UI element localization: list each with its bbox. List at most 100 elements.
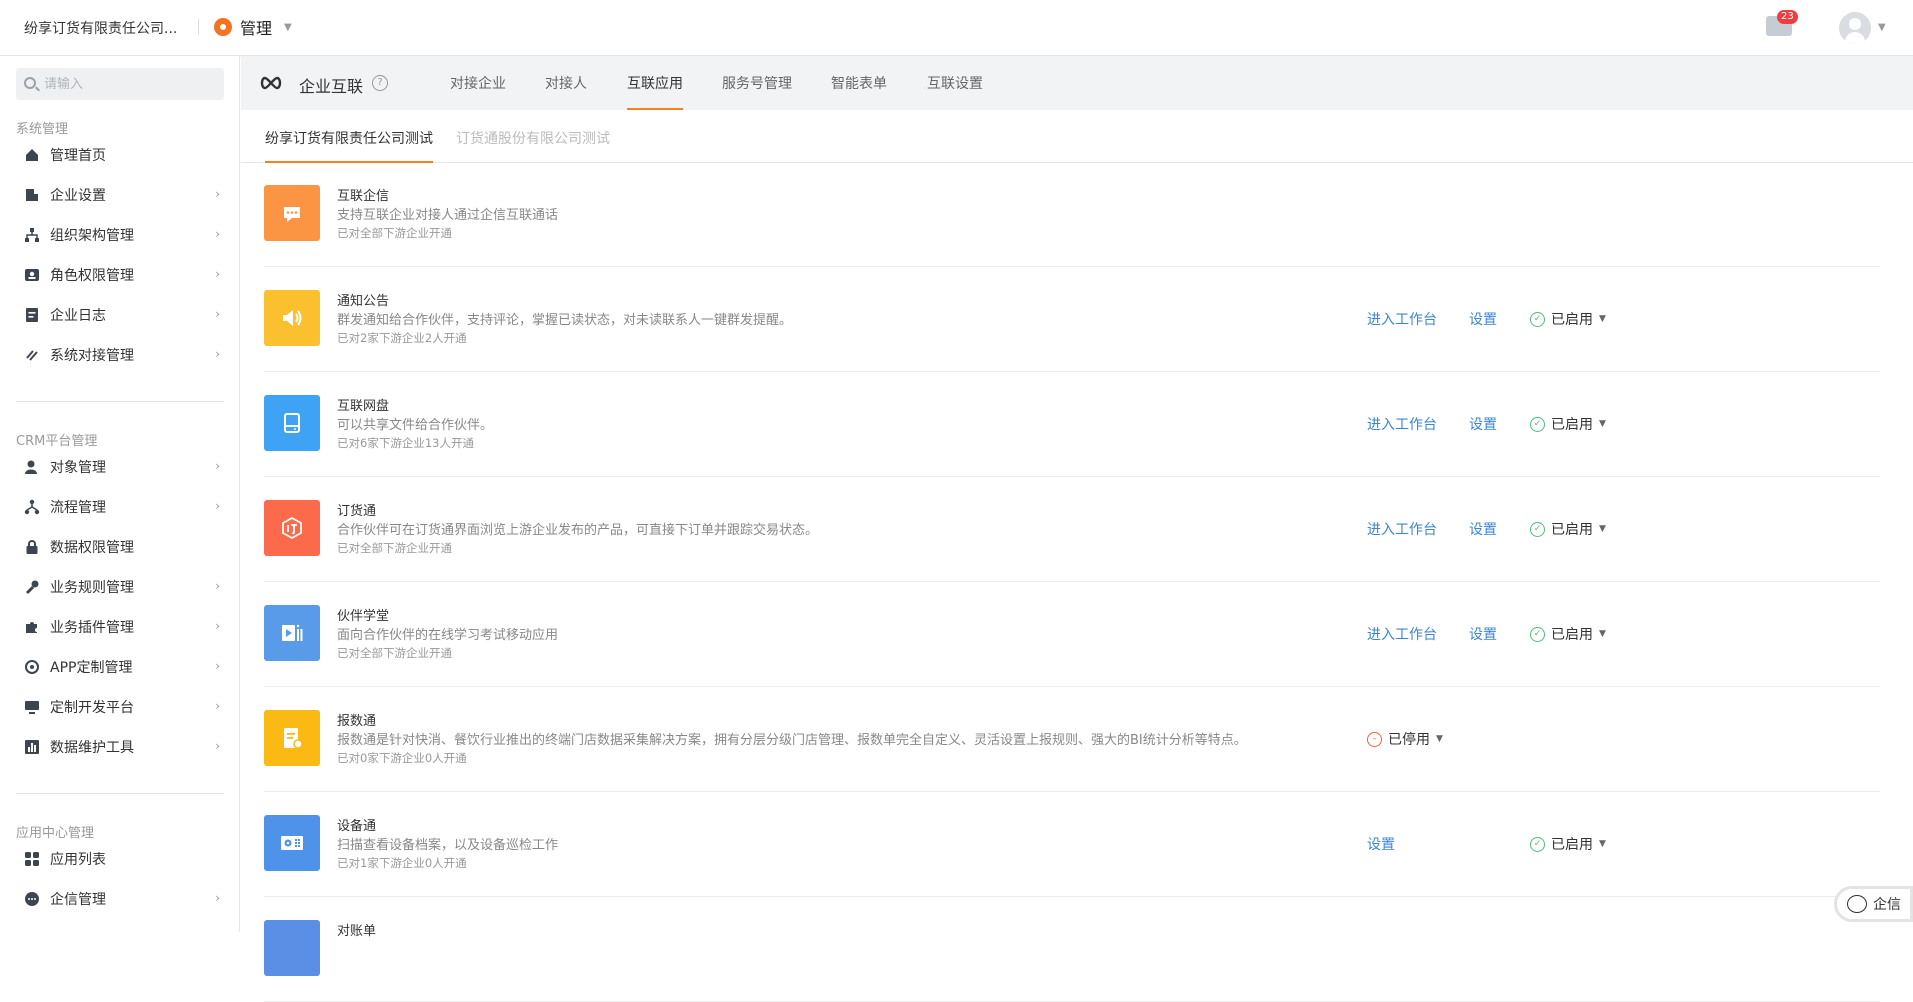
status-dropdown[interactable]: ✓ 已启用 ▼	[1530, 624, 1606, 644]
tab-partner-companies[interactable]: 对接企业	[450, 73, 506, 110]
settings-link[interactable]: 设置	[1469, 309, 1497, 329]
chevron-right-icon: ›	[215, 267, 220, 281]
sidebar-item-puzzle[interactable]: 业务插件管理 ›	[24, 612, 224, 642]
brand-label: 管理	[240, 19, 273, 38]
sidebar-item-label: 业务插件管理	[50, 620, 134, 636]
search-input[interactable]	[44, 68, 220, 100]
brand-menu[interactable]: 管理 ▼	[214, 15, 292, 39]
app-name: 订货通	[337, 504, 377, 519]
report-icon	[264, 710, 320, 766]
status-label: 已启用	[1551, 522, 1593, 538]
status-dropdown[interactable]: – 已停用 ▼	[1367, 729, 1443, 749]
status-dropdown[interactable]: ✓ 已启用 ▼	[1530, 309, 1606, 329]
chevron-right-icon: ›	[215, 891, 220, 905]
tab-service-accounts[interactable]: 服务号管理	[722, 73, 792, 110]
object-icon	[24, 459, 40, 475]
search-icon	[24, 77, 36, 89]
enter-workbench-link[interactable]: 进入工作台	[1367, 624, 1437, 644]
sidebar-item-role[interactable]: 角色权限管理 ›	[24, 260, 224, 290]
status-dropdown[interactable]: ✓ 已启用 ▼	[1530, 834, 1606, 854]
sidebar-item-label: 管理首页	[50, 148, 106, 164]
caret-down-icon: ▼	[1599, 314, 1606, 324]
tab-connected-apps[interactable]: 互联应用	[627, 73, 683, 110]
tab-smart-forms[interactable]: 智能表单	[831, 73, 887, 110]
sidebar-item-label: 业务规则管理	[50, 580, 134, 596]
caret-down-icon: ▼	[1599, 419, 1606, 429]
disabled-icon: –	[1367, 731, 1382, 747]
status-dropdown[interactable]: ✓ 已启用 ▼	[1530, 519, 1606, 539]
module-title: 企业互联	[299, 77, 364, 96]
sidebar-item-object[interactable]: 对象管理 ›	[24, 452, 224, 482]
sidebar-item-app[interactable]: APP定制管理 ›	[24, 652, 224, 682]
enter-workbench-link[interactable]: 进入工作台	[1367, 309, 1437, 329]
sidebar-item-monitor[interactable]: 定制开发平台 ›	[24, 692, 224, 722]
chevron-right-icon: ›	[215, 307, 220, 321]
app-name: 伙伴学堂	[337, 609, 390, 624]
settings-link[interactable]: 设置	[1469, 519, 1497, 539]
sidebar-item-wrench[interactable]: 业务规则管理 ›	[24, 572, 224, 602]
status-dropdown[interactable]: ✓ 已启用 ▼	[1530, 414, 1606, 434]
sidebar-item-label: 企信管理	[50, 892, 106, 908]
settings-link[interactable]: 设置	[1469, 624, 1497, 644]
sidebar-item-chat[interactable]: 企信管理 ›	[24, 884, 224, 914]
wrench-icon	[24, 579, 40, 595]
chevron-right-icon: ›	[215, 227, 220, 241]
chat-float-button[interactable]: 企信	[1834, 886, 1913, 922]
sidebar-section-title: CRM平台管理	[16, 434, 98, 449]
speaker-icon	[264, 290, 320, 346]
app-name: 报数通	[337, 714, 377, 729]
app-row: 订货通 合作伙伴可在订货通界面浏览上游企业发布的产品，可直接下订单并跟踪交易状态。…	[264, 478, 1880, 582]
sidebar-item-link[interactable]: 系统对接管理 ›	[24, 340, 224, 370]
app-name: 互联企信	[337, 189, 390, 204]
app-row: 报数通 报数通是针对快消、餐饮行业推出的终端门店数据采集解决方案，拥有分层分级门店…	[264, 688, 1880, 792]
chevron-right-icon: ›	[215, 499, 220, 513]
chevron-right-icon: ›	[215, 347, 220, 361]
unread-badge: 23	[1777, 10, 1798, 24]
lock-icon	[24, 539, 40, 555]
infinity-logo-icon	[260, 76, 282, 90]
building-icon	[24, 187, 40, 203]
grid-icon	[24, 851, 40, 867]
company-name[interactable]: 纷享订货有限责任公司...	[24, 18, 177, 38]
enter-workbench-link[interactable]: 进入工作台	[1367, 414, 1437, 434]
sidebar-item-label: APP定制管理	[50, 660, 133, 676]
settings-link[interactable]: 设置	[1469, 414, 1497, 434]
caret-down-icon[interactable]: ▼	[1878, 22, 1886, 33]
status-label: 已停用	[1388, 732, 1430, 748]
caret-down-icon: ▼	[1599, 524, 1606, 534]
tab-connect-settings[interactable]: 互联设置	[927, 73, 983, 110]
chevron-right-icon: ›	[215, 579, 220, 593]
org-icon	[24, 227, 40, 243]
status-label: 已启用	[1551, 837, 1593, 853]
sidebar-item-log[interactable]: 企业日志 ›	[24, 300, 224, 330]
company-tabs: 纷享订货有限责任公司测试 订货通股份有限公司测试	[241, 110, 1913, 163]
tab-company-1[interactable]: 纷享订货有限责任公司测试	[265, 128, 433, 163]
avatar[interactable]	[1839, 12, 1871, 44]
sidebar-item-grid[interactable]: 应用列表	[24, 844, 224, 874]
video-icon	[264, 605, 320, 661]
sidebar-item-building[interactable]: 企业设置 ›	[24, 180, 224, 210]
app-row: 互联网盘 可以共享文件给合作伙伴。 已对6家下游企业13人开通 进入工作台 设置 ✓ 已启用…	[264, 373, 1880, 477]
order-icon	[264, 500, 320, 556]
chevron-right-icon: ›	[215, 739, 220, 753]
help-icon[interactable]: ?	[372, 75, 388, 91]
sidebar-item-lock[interactable]: 数据权限管理	[24, 532, 224, 562]
settings-link[interactable]: 设置	[1367, 834, 1395, 854]
chevron-right-icon: ›	[215, 699, 220, 713]
tab-contacts[interactable]: 对接人	[545, 73, 587, 110]
puzzle-icon	[24, 619, 40, 635]
app-row: 设备通 扫描查看设备档案，以及设备巡检工作 已对1家下游企业0人开通 设置 ✓ 已启用 ▼	[264, 793, 1880, 897]
sidebar: 系统管理管理首页企业设置 › 组织架构管理 › 角色权限管理 › 企业日志 › 系统对接管理 › C…	[0, 56, 240, 932]
caret-down-icon: ▼	[1436, 734, 1443, 744]
device-icon	[264, 815, 320, 871]
chat-label: 企信	[1873, 897, 1901, 913]
sidebar-item-label: 企业日志	[50, 308, 106, 324]
sidebar-item-label: 组织架构管理	[50, 228, 134, 244]
sidebar-item-home[interactable]: 管理首页	[24, 140, 224, 170]
enter-workbench-link[interactable]: 进入工作台	[1367, 519, 1437, 539]
sidebar-item-label: 数据维护工具	[50, 740, 134, 756]
sidebar-item-chart[interactable]: 数据维护工具 ›	[24, 732, 224, 762]
sidebar-item-flow[interactable]: 流程管理 ›	[24, 492, 224, 522]
tab-company-2[interactable]: 订货通股份有限公司测试	[456, 128, 610, 163]
sidebar-item-org[interactable]: 组织架构管理 ›	[24, 220, 224, 250]
